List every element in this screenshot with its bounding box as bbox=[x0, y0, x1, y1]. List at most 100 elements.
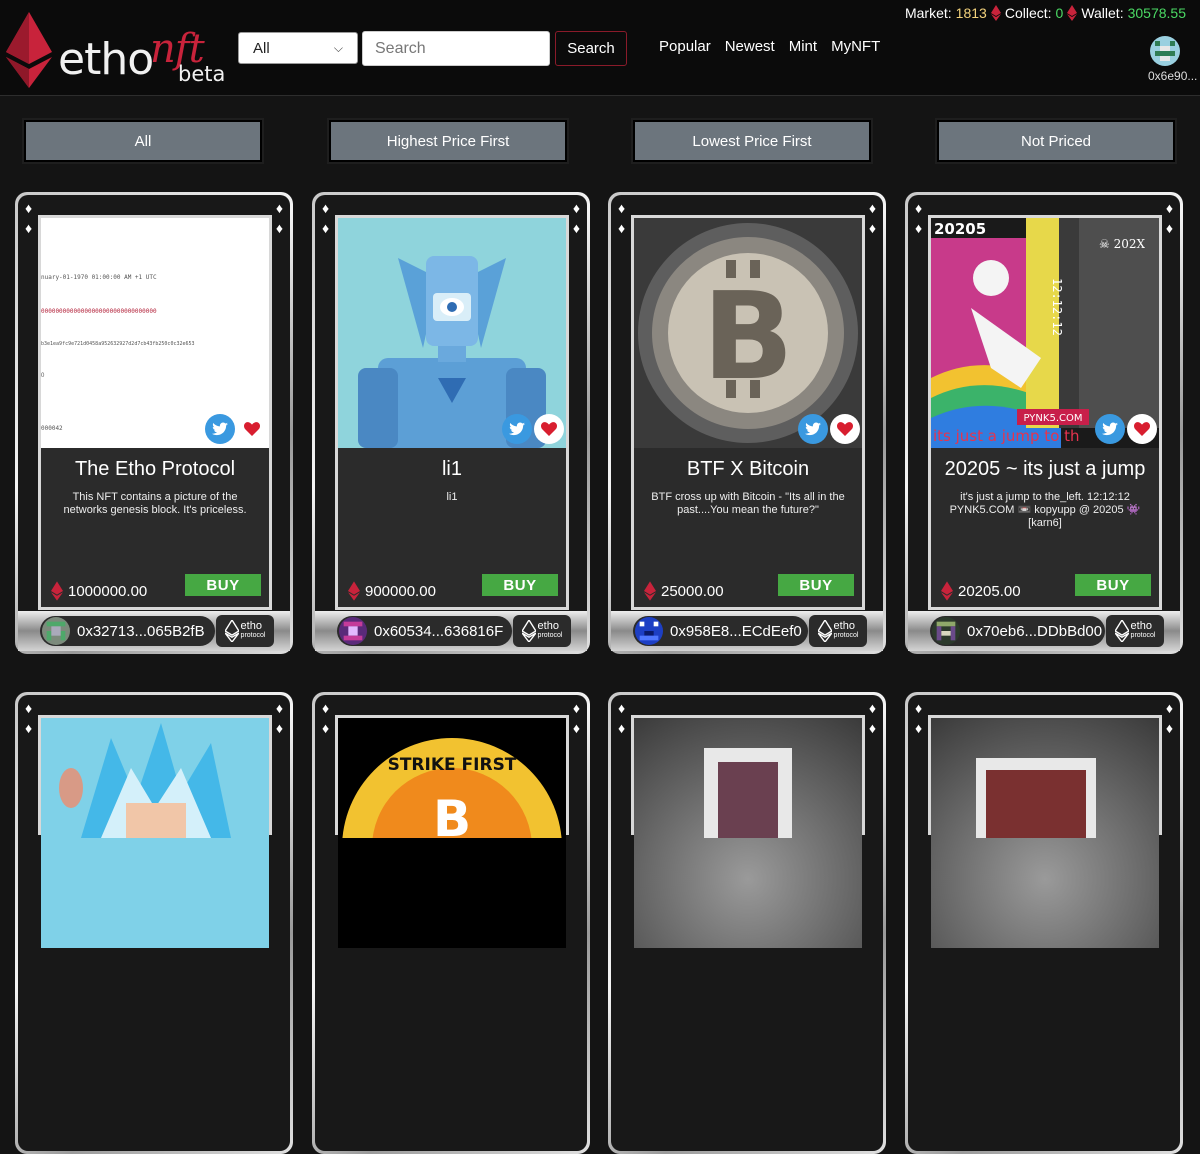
spade-icon: ♦ bbox=[25, 700, 33, 716]
nft-image[interactable] bbox=[338, 218, 566, 448]
nft-card[interactable]: ♦ ♦ ♦ ♦ nuary-01-1970 01:00:00 AM +1 UTC… bbox=[15, 192, 293, 654]
heart-icon bbox=[837, 422, 853, 436]
nft-card[interactable]: ♦ ♦ ♦ ♦ 20205 ☠ 202X 12:12:12 PYNK5.COM … bbox=[905, 192, 1183, 654]
spade-icon: ♦ bbox=[572, 200, 580, 216]
twitter-icon bbox=[805, 422, 821, 436]
owner-link[interactable]: 0x958E8...ECdEef0 bbox=[633, 616, 808, 646]
nft-image[interactable]: nuary-01-1970 01:00:00 AM +1 UTC 0000000… bbox=[41, 218, 269, 448]
nft-image[interactable]: STRIKE FIRST B bbox=[338, 718, 566, 948]
spade-icon: ♦ bbox=[868, 220, 876, 236]
twitter-share-button[interactable] bbox=[1095, 414, 1125, 444]
nft-frame bbox=[631, 715, 865, 948]
glow-box-art bbox=[704, 748, 792, 838]
spade-icon: ♦ bbox=[618, 700, 626, 716]
nft-card[interactable]: ♦ ♦ ♦ ♦ bbox=[15, 692, 293, 1154]
art-line: b3e1ea9fc9e721d0458a952632927d2d7cb43fb2… bbox=[41, 341, 195, 347]
like-button[interactable] bbox=[830, 414, 860, 444]
etho-gem-icon bbox=[6, 12, 52, 88]
spade-icon: ♦ bbox=[915, 700, 923, 716]
collect-label: Collect: bbox=[1004, 5, 1052, 21]
nft-title[interactable]: 20205 ~ its just a jump bbox=[931, 458, 1159, 481]
etho-protocol-badge: etho protocol bbox=[513, 615, 571, 647]
twitter-share-button[interactable] bbox=[798, 414, 828, 444]
nft-card[interactable]: ♦ ♦ ♦ ♦ B BTF X Bitcoin BTF cross up wit… bbox=[608, 192, 886, 654]
owner-address: 0x958E8...ECdEef0 bbox=[670, 622, 802, 640]
nft-image[interactable] bbox=[634, 718, 862, 948]
search-button[interactable]: Search bbox=[555, 31, 627, 66]
search-input[interactable] bbox=[362, 31, 550, 66]
spade-icon: ♦ bbox=[618, 220, 626, 236]
svg-text:B: B bbox=[433, 790, 471, 838]
nft-card[interactable]: ♦ ♦ ♦ ♦ bbox=[905, 692, 1183, 1154]
account-address[interactable]: 0x6e90... bbox=[1148, 69, 1197, 83]
like-button[interactable] bbox=[534, 414, 564, 444]
nft-description: li1 bbox=[446, 491, 458, 503]
psychedelic-art: 20205 ☠ 202X 12:12:12 PYNK5.COM its just… bbox=[931, 218, 1159, 448]
nft-frame: B BTF X Bitcoin BTF cross up with Bitcoi… bbox=[631, 215, 865, 610]
market-label: Market: bbox=[904, 5, 952, 21]
sort-not-priced-button[interactable]: Not Priced bbox=[937, 120, 1175, 162]
category-select[interactable]: All ⌵ bbox=[238, 32, 358, 64]
nft-image[interactable]: 20205 ☠ 202X 12:12:12 PYNK5.COM its just… bbox=[931, 218, 1159, 448]
account-avatar[interactable] bbox=[1150, 36, 1180, 66]
nft-image[interactable] bbox=[41, 718, 269, 948]
spade-icon: ♦ bbox=[915, 220, 923, 236]
like-button[interactable] bbox=[237, 414, 267, 444]
spade-icon: ♦ bbox=[322, 220, 330, 236]
art-line: its just a jump to th bbox=[933, 427, 1080, 445]
spade-icon: ♦ bbox=[322, 720, 330, 736]
nft-image[interactable] bbox=[931, 718, 1159, 948]
spade-icon: ♦ bbox=[275, 720, 283, 736]
owner-address: 0x32713...065B2fB bbox=[77, 622, 205, 640]
buy-button[interactable]: BUY bbox=[1075, 574, 1151, 596]
art-line: PYNK5.COM bbox=[1024, 413, 1083, 424]
owner-avatar bbox=[635, 617, 663, 645]
sort-lowest-button[interactable]: Lowest Price First bbox=[633, 120, 871, 162]
owner-link[interactable]: 0x70eb6...DDbBd00 bbox=[930, 616, 1105, 646]
art-line: STRIKE FIRST bbox=[388, 755, 517, 775]
buy-button[interactable]: BUY bbox=[185, 574, 261, 596]
owner-bar: 0x70eb6...DDbBd00 etho protocol bbox=[908, 611, 1180, 651]
nft-description: BTF cross up with Bitcoin - "Its all in … bbox=[651, 491, 845, 516]
nft-title[interactable]: The Etho Protocol bbox=[41, 458, 269, 481]
nft-card[interactable]: ♦ ♦ ♦ ♦ STRIKE FIRST B bbox=[312, 692, 590, 1154]
twitter-share-button[interactable] bbox=[502, 414, 532, 444]
etho-protocol-badge: etho protocol bbox=[809, 615, 867, 647]
nav-mint[interactable]: Mint bbox=[789, 38, 817, 55]
etho-gem-icon bbox=[817, 620, 832, 642]
sort-all-button[interactable]: All bbox=[24, 120, 262, 162]
twitter-icon bbox=[1102, 422, 1118, 436]
price-value: 900000.00 bbox=[365, 582, 436, 600]
buy-button[interactable]: BUY bbox=[482, 574, 558, 596]
nft-card[interactable]: ♦ ♦ ♦ ♦ bbox=[312, 192, 590, 654]
spade-icon: ♦ bbox=[868, 720, 876, 736]
owner-bar: 0x958E8...ECdEef0 etho protocol bbox=[611, 611, 883, 651]
twitter-icon bbox=[509, 422, 525, 436]
nft-card[interactable]: ♦ ♦ ♦ ♦ bbox=[608, 692, 886, 1154]
spade-icon: ♦ bbox=[275, 220, 283, 236]
nft-title[interactable]: BTF X Bitcoin bbox=[634, 458, 862, 481]
nav-newest[interactable]: Newest bbox=[725, 38, 775, 55]
spade-icon: ♦ bbox=[275, 200, 283, 216]
logo[interactable]: etho nft beta bbox=[0, 12, 230, 92]
nav-mynft[interactable]: MyNFT bbox=[831, 38, 880, 55]
spade-icon: ♦ bbox=[1165, 720, 1173, 736]
sort-highest-button[interactable]: Highest Price First bbox=[329, 120, 567, 162]
nft-title[interactable]: li1 bbox=[338, 458, 566, 481]
nft-description: This NFT contains a picture of the netwo… bbox=[63, 491, 247, 516]
nft-frame: li1 li1 900000.00 BUY bbox=[335, 215, 569, 610]
spade-icon: ♦ bbox=[322, 200, 330, 216]
like-button[interactable] bbox=[1127, 414, 1157, 444]
owner-address: 0x70eb6...DDbBd00 bbox=[967, 622, 1103, 640]
spade-icon: ♦ bbox=[572, 700, 580, 716]
buy-button[interactable]: BUY bbox=[778, 574, 854, 596]
nft-price: 25000.00 bbox=[644, 581, 724, 601]
nav-popular[interactable]: Popular bbox=[659, 38, 711, 55]
twitter-share-button[interactable] bbox=[205, 414, 235, 444]
nft-image[interactable]: B bbox=[634, 218, 862, 448]
owner-avatar bbox=[932, 617, 960, 645]
heart-icon bbox=[244, 422, 260, 436]
owner-avatar bbox=[42, 617, 70, 645]
owner-link[interactable]: 0x60534...636816F bbox=[337, 616, 512, 646]
owner-link[interactable]: 0x32713...065B2fB bbox=[40, 616, 215, 646]
